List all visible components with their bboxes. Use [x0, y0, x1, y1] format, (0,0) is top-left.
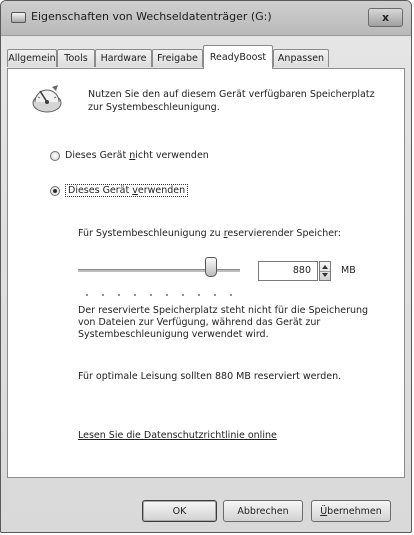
spin-down-icon[interactable]: [322, 273, 328, 277]
tab-freigabe[interactable]: Freigabe: [152, 49, 203, 67]
radio-label: Dieses Gerät nicht verwenden: [65, 150, 209, 161]
slider-ticks: [79, 293, 239, 297]
spin-up-icon[interactable]: [322, 265, 328, 269]
readyboost-panel: Nutzen Sie den auf diesem Gerät verfügba…: [7, 68, 405, 478]
tab-readyboost[interactable]: ReadyBoost: [203, 45, 273, 69]
close-icon: x: [381, 11, 390, 24]
reserve-label: Für Systembeschleunigung zu reservierend…: [78, 228, 341, 239]
cancel-button[interactable]: Abbrechen: [223, 500, 303, 522]
close-button[interactable]: x: [368, 8, 403, 27]
readyboost-description: Nutzen Sie den auf diesem Gerät verfügba…: [88, 89, 375, 113]
tab-hardware[interactable]: Hardware: [95, 49, 152, 67]
drive-icon: [11, 12, 26, 23]
apply-button[interactable]: Übernehmen: [311, 500, 391, 522]
radio-button[interactable]: [50, 150, 60, 161]
readyboost-gauge-icon: [32, 85, 62, 113]
radio-use-device[interactable]: Dieses Gerät verwenden: [50, 184, 189, 197]
tab-strip: Allgemein Tools Hardware Freigabe ReadyB…: [7, 45, 405, 69]
reserve-slider-thumb[interactable]: [204, 257, 217, 277]
tab-tools[interactable]: Tools: [57, 49, 95, 67]
privacy-link[interactable]: Lesen Sie die Datenschutzrichtlinie onli…: [78, 430, 277, 441]
tab-allgemein[interactable]: Allgemein: [7, 49, 57, 67]
tab-anpassen[interactable]: Anpassen: [273, 49, 329, 67]
reserve-amount-input[interactable]: 880: [258, 261, 318, 281]
radio-button-checked[interactable]: [50, 185, 60, 196]
unit-label: MB: [341, 265, 356, 276]
reserve-amount-spinner[interactable]: [319, 261, 331, 281]
spin-divider: [320, 271, 330, 272]
radio-label: Dieses Gerät verwenden: [65, 184, 189, 197]
title-bar[interactable]: Eigenschaften von Wechseldatenträger (G:…: [1, 1, 411, 36]
recommendation-text: Für optimale Leisung sollten 880 MB rese…: [78, 371, 342, 382]
window-title: Eigenschaften von Wechseldatenträger (G:…: [31, 10, 272, 23]
reserved-info-text: Der reservierte Speicherplatz steht nich…: [78, 305, 369, 340]
ok-button[interactable]: OK: [142, 500, 217, 522]
properties-dialog: Eigenschaften von Wechseldatenträger (G:…: [0, 0, 412, 533]
radio-do-not-use[interactable]: Dieses Gerät nicht verwenden: [50, 150, 209, 161]
